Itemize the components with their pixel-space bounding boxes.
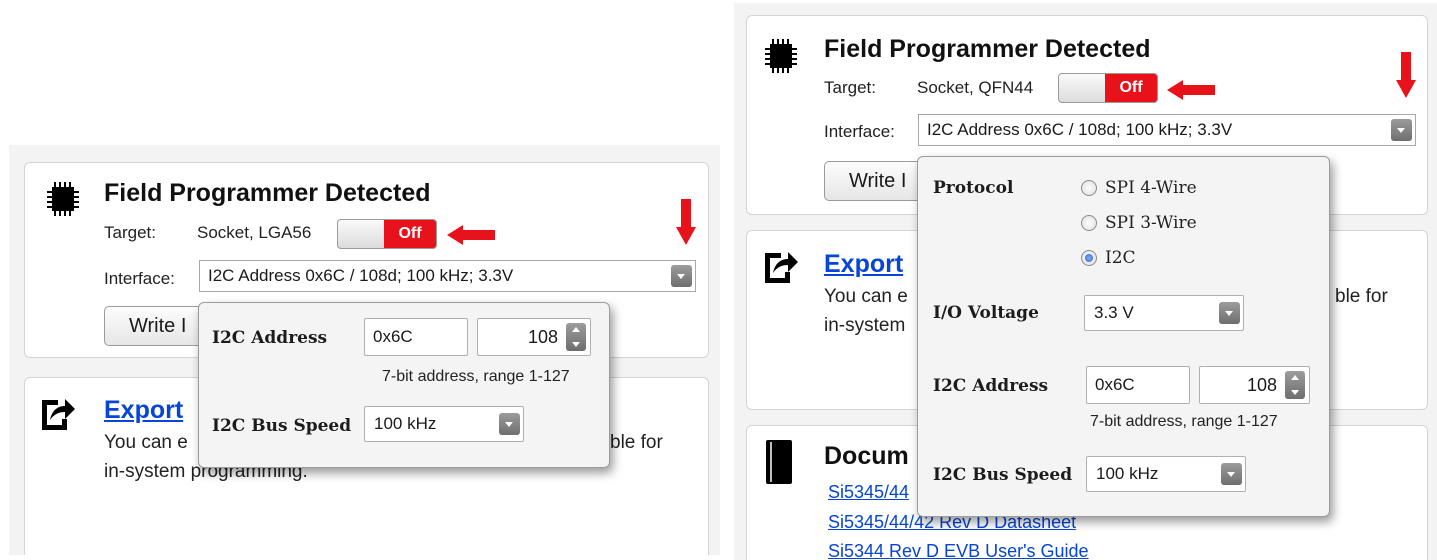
right-panel: Field Programmer Detected Target: Socket… xyxy=(734,3,1437,560)
i2c-address-label: I2C Address xyxy=(212,328,328,348)
export-description-end: ble for xyxy=(610,432,663,453)
stepper-arrows-icon[interactable] xyxy=(1285,371,1305,399)
interface-dropdown[interactable]: I2C Address 0x6C / 108d; 100 kHz; 3.3V xyxy=(918,114,1416,146)
radio-label: SPI 3-Wire xyxy=(1105,213,1197,233)
protocol-radio-i2c[interactable]: I2C xyxy=(1081,248,1136,268)
left-arrow-annotation xyxy=(447,225,495,245)
i2c-address-label: I2C Address xyxy=(933,376,1049,396)
target-value: Socket, LGA56 xyxy=(197,223,312,242)
export-description-start: You can e xyxy=(104,432,188,453)
stepper-arrows-icon[interactable] xyxy=(566,323,586,351)
power-toggle[interactable]: Off xyxy=(337,219,437,249)
interface-label: Interface: xyxy=(824,122,895,141)
export-description-line2: in-system xyxy=(824,315,906,336)
chevron-down-icon[interactable] xyxy=(499,413,520,435)
protocol-radio-spi3[interactable]: SPI 3-Wire xyxy=(1081,213,1197,233)
address-hint: 7-bit address, range 1-127 xyxy=(1090,413,1278,430)
down-arrow-annotation xyxy=(676,199,696,245)
target-label: Target: xyxy=(824,78,876,97)
i2c-address-hex-input[interactable]: 0x6C xyxy=(1086,366,1190,404)
radio-button-icon[interactable] xyxy=(1081,180,1097,196)
i2c-settings-popup: I2C Address 0x6C 108 7-bit address, rang… xyxy=(198,302,610,468)
power-toggle[interactable]: Off xyxy=(1058,73,1158,103)
i2c-address-hex-input[interactable]: 0x6C xyxy=(364,318,468,356)
device-title: Field Programmer Detected xyxy=(104,179,431,207)
export-icon xyxy=(765,252,798,283)
i2c-address-dec-stepper[interactable]: 108 xyxy=(1199,366,1310,404)
toggle-off-label: Off xyxy=(1105,74,1157,102)
left-panel: Field Programmer Detected Target: Socket… xyxy=(9,145,720,555)
protocol-radio-spi4[interactable]: SPI 4-Wire xyxy=(1081,178,1197,198)
radio-button-selected-icon[interactable] xyxy=(1081,250,1097,266)
i2c-bus-speed-value: 100 kHz xyxy=(1096,464,1159,483)
chevron-down-icon[interactable] xyxy=(1221,463,1242,485)
book-icon xyxy=(766,440,792,484)
i2c-bus-speed-label: I2C Bus Speed xyxy=(212,416,352,436)
radio-label: SPI 4-Wire xyxy=(1105,178,1197,198)
chevron-down-icon[interactable] xyxy=(1219,302,1240,324)
radio-label: I2C xyxy=(1105,248,1136,268)
i2c-bus-speed-dropdown[interactable]: 100 kHz xyxy=(1086,456,1246,492)
interface-dropdown-value: I2C Address 0x6C / 108d; 100 kHz; 3.3V xyxy=(927,120,1233,139)
toggle-off-label: Off xyxy=(384,220,436,248)
interface-dropdown-value: I2C Address 0x6C / 108d; 100 kHz; 3.3V xyxy=(208,266,514,285)
export-description-end: ble for xyxy=(1335,286,1388,307)
radio-button-icon[interactable] xyxy=(1081,215,1097,231)
target-label: Target: xyxy=(104,223,156,242)
protocol-label: Protocol xyxy=(933,178,1014,198)
address-hint: 7-bit address, range 1-127 xyxy=(382,368,570,385)
interface-dropdown[interactable]: I2C Address 0x6C / 108d; 100 kHz; 3.3V xyxy=(199,260,696,292)
left-arrow-annotation xyxy=(1167,80,1215,100)
i2c-address-dec-value: 108 xyxy=(527,326,558,347)
io-voltage-value: 3.3 V xyxy=(1094,303,1134,322)
chevron-down-icon[interactable] xyxy=(671,265,692,287)
export-link[interactable]: Export xyxy=(104,396,183,425)
chevron-down-icon[interactable] xyxy=(1391,119,1412,141)
i2c-bus-speed-dropdown[interactable]: 100 kHz xyxy=(364,406,524,442)
io-voltage-label: I/O Voltage xyxy=(933,303,1039,323)
i2c-bus-speed-value: 100 kHz xyxy=(374,414,437,433)
export-icon xyxy=(42,399,75,430)
device-title: Field Programmer Detected xyxy=(824,35,1151,63)
chip-icon xyxy=(47,182,79,216)
export-description-start: You can e xyxy=(824,286,908,307)
interface-settings-popup: Protocol SPI 4-Wire SPI 3-Wire I2C I/O V… xyxy=(917,156,1330,517)
down-arrow-annotation xyxy=(1396,52,1416,98)
i2c-address-dec-stepper[interactable]: 108 xyxy=(477,318,591,356)
io-voltage-dropdown[interactable]: 3.3 V xyxy=(1084,295,1244,331)
export-link[interactable]: Export xyxy=(824,250,903,279)
doc-link[interactable]: Si5345/44 xyxy=(828,482,909,503)
interface-label: Interface: xyxy=(104,269,175,288)
i2c-bus-speed-label: I2C Bus Speed xyxy=(933,465,1073,485)
chip-icon xyxy=(765,39,797,73)
i2c-address-dec-value: 108 xyxy=(1246,374,1277,395)
target-value: Socket, QFN44 xyxy=(917,78,1034,97)
doc-link[interactable]: Si5344 Rev D EVB User's Guide xyxy=(828,541,1089,560)
documentation-title: Docum xyxy=(824,442,909,470)
